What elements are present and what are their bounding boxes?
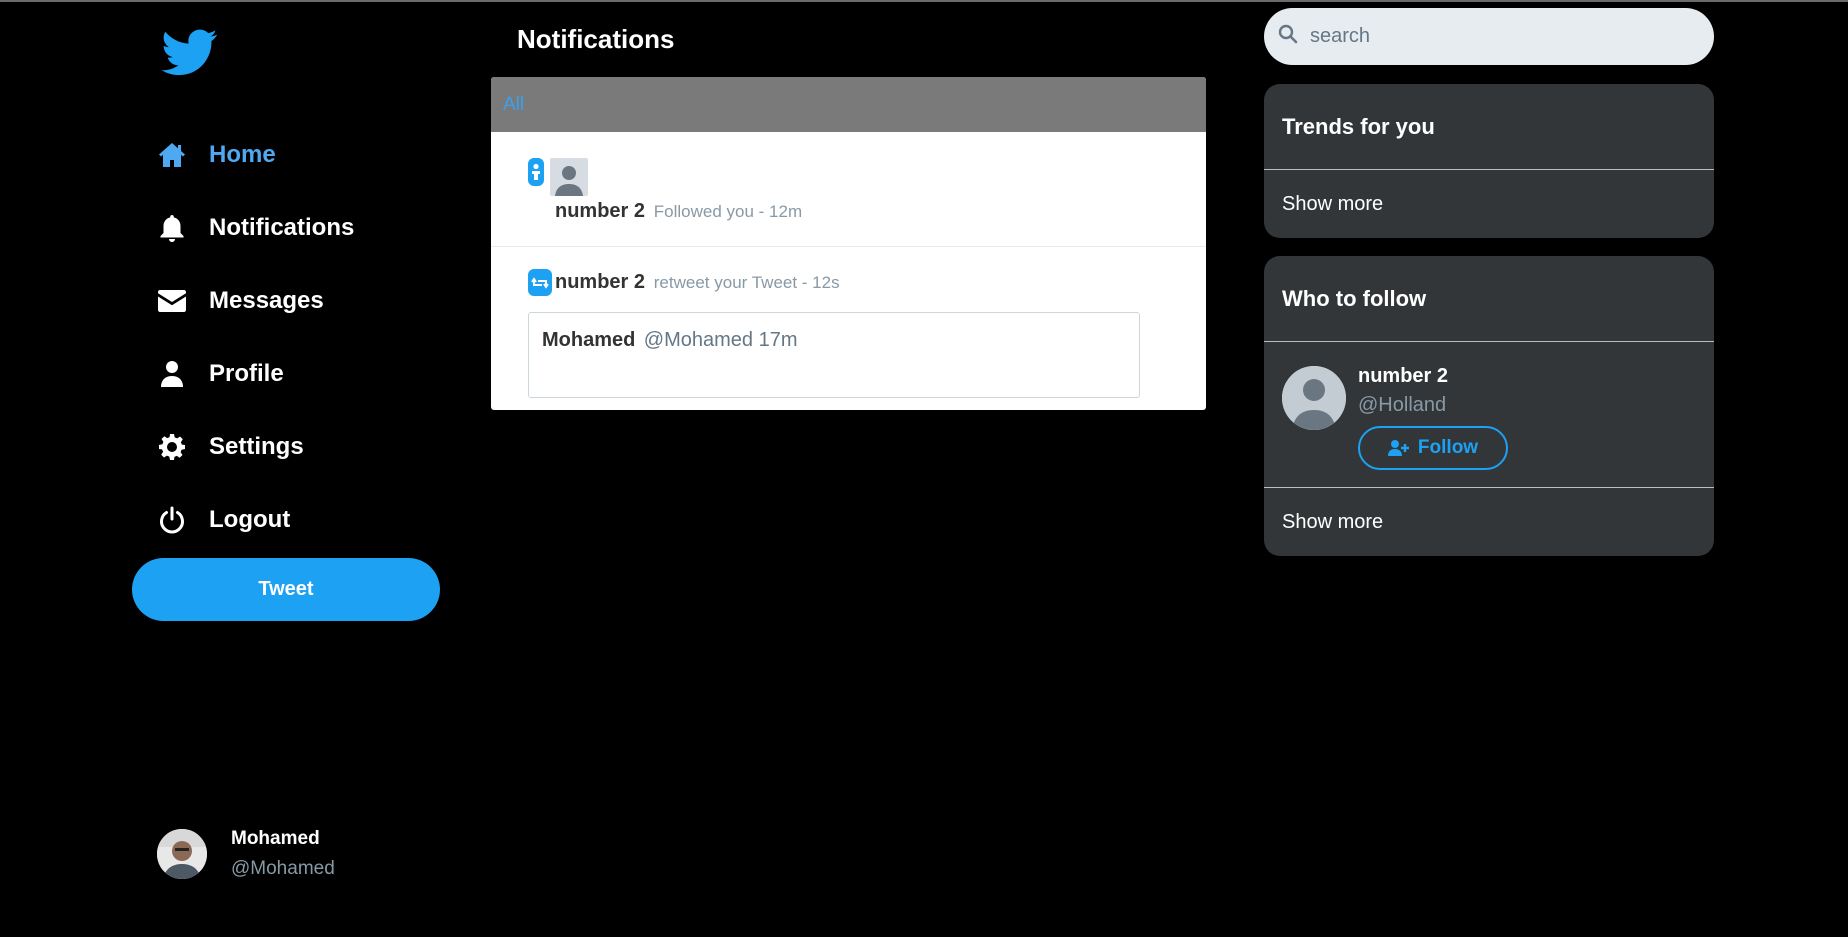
account-name: Mohamed (231, 828, 320, 849)
notification-text: number 2 Followed you - 12m (555, 200, 802, 223)
nav-label: Logout (209, 505, 291, 533)
nav-label: Profile (209, 359, 284, 387)
tweet-button[interactable]: Tweet (132, 558, 440, 621)
account-switcher[interactable]: Mohamed @Mohamed (157, 828, 335, 880)
nav-home[interactable]: Home (157, 118, 354, 191)
who-to-follow-title: Who to follow (1282, 285, 1427, 311)
nav-label: Home (209, 140, 276, 168)
quoted-tweet[interactable]: Mohamed @Mohamed 17m (528, 312, 1140, 398)
search-input[interactable] (1310, 25, 1690, 48)
avatar[interactable] (1282, 366, 1346, 430)
suggestion-handle: @Holland (1358, 394, 1447, 416)
envelope-icon (157, 286, 187, 316)
tab-bar: All (491, 77, 1206, 132)
who-to-follow-show-more-link[interactable]: Show more (1264, 488, 1714, 556)
nav-label: Settings (209, 432, 304, 460)
power-icon (157, 505, 187, 535)
notification-text: number 2 retweet your Tweet - 12s (555, 271, 840, 294)
notification-user[interactable]: number 2 (555, 271, 645, 293)
follow-icon (528, 158, 544, 186)
notification-detail: retweet your Tweet - 12s (653, 273, 840, 292)
gear-icon (157, 432, 187, 462)
avatar[interactable] (550, 158, 588, 196)
follow-button[interactable]: Follow (1358, 426, 1508, 470)
avatar (157, 829, 207, 879)
quoted-tweet-author: Mohamed (542, 329, 636, 351)
user-plus-icon (1387, 439, 1410, 457)
nav-label: Messages (209, 286, 324, 314)
page-title: Notifications (517, 24, 675, 54)
main-nav: Home Notifications Messages Profile Sett… (157, 118, 354, 556)
home-icon (157, 140, 187, 170)
account-handle: @Mohamed (231, 858, 335, 879)
nav-settings[interactable]: Settings (157, 410, 354, 483)
search-bar (1264, 8, 1714, 65)
trends-card: Trends for you Show more (1264, 84, 1714, 238)
notification-detail: Followed you - 12m (653, 202, 803, 221)
notification-user[interactable]: number 2 (555, 200, 645, 222)
list-item[interactable]: number 2 retweet your Tweet - 12s Mohame… (491, 247, 1206, 410)
trends-title: Trends for you (1282, 113, 1435, 139)
twitter-logo-icon[interactable] (159, 24, 221, 80)
nav-logout[interactable]: Logout (157, 483, 354, 556)
who-to-follow-card: Who to follow number 2 @Holland Follow S… (1264, 256, 1714, 556)
follow-label: Follow (1417, 437, 1479, 458)
follow-suggestion[interactable]: number 2 @Holland Follow (1264, 342, 1714, 487)
search-icon (1278, 24, 1298, 49)
trends-show-more-link[interactable]: Show more (1264, 170, 1714, 238)
nav-messages[interactable]: Messages (157, 264, 354, 337)
user-icon (157, 359, 187, 389)
notifications-panel: All number 2 Followed you - 12m number 2… (491, 77, 1206, 410)
quoted-tweet-meta: @Mohamed 17m (643, 329, 798, 351)
nav-notifications[interactable]: Notifications (157, 191, 354, 264)
nav-profile[interactable]: Profile (157, 337, 354, 410)
list-item[interactable]: number 2 Followed you - 12m (491, 132, 1206, 247)
suggestion-name[interactable]: number 2 (1358, 365, 1448, 388)
left-sidebar: Home Notifications Messages Profile Sett… (131, 0, 451, 937)
tab-all[interactable]: All (503, 94, 524, 116)
nav-label: Notifications (209, 213, 355, 241)
bell-icon (157, 213, 187, 243)
retweet-icon (528, 269, 552, 296)
